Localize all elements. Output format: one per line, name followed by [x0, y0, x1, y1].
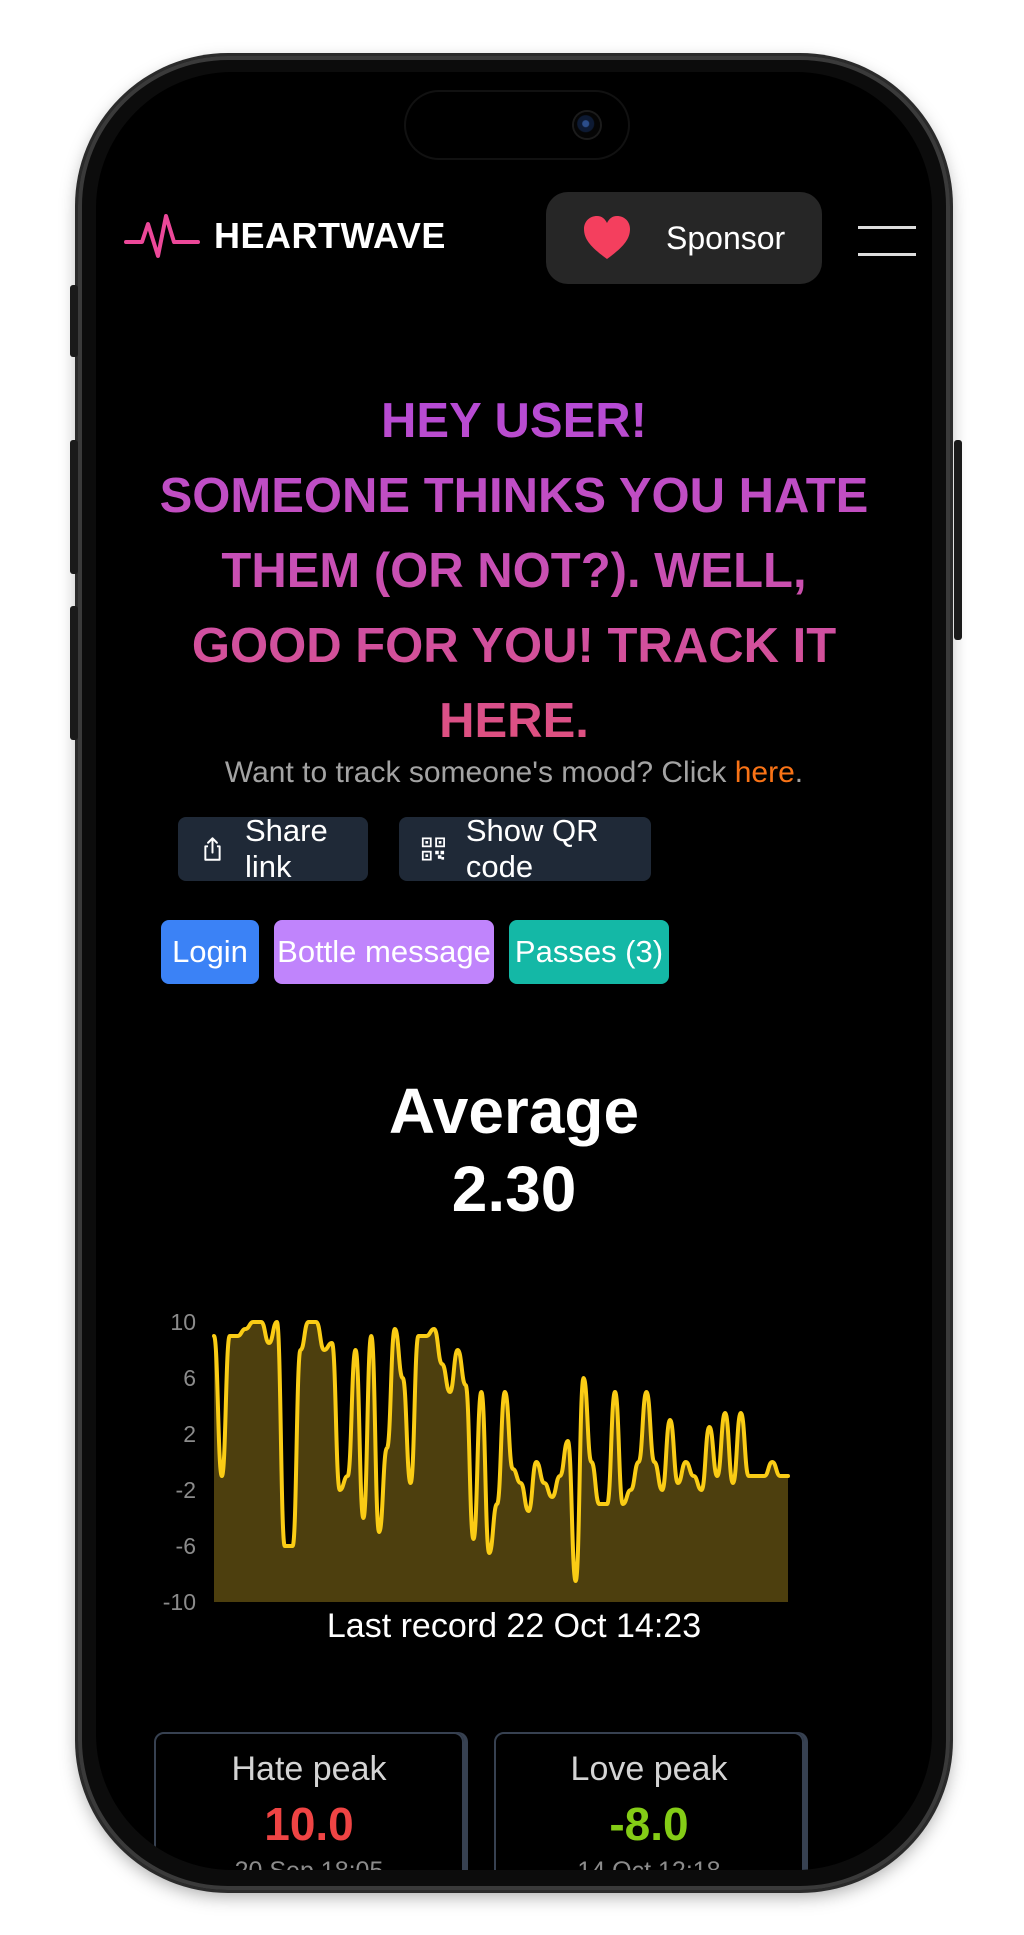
- dynamic-island: [406, 92, 628, 158]
- average-value: 2.30: [451, 1153, 577, 1225]
- headline-line: SOMEONE THINKS YOU HATE: [159, 469, 869, 523]
- track-prompt-text: Want to track someone's mood? Click: [224, 756, 735, 789]
- passes-label: Passes (3): [514, 934, 664, 969]
- y-tick-label: 6: [183, 1365, 196, 1391]
- love-peak-label: Love peak: [570, 1750, 728, 1788]
- qr-code-icon: [421, 837, 445, 861]
- track-prompt: Want to track someone's mood? Click here…: [96, 756, 932, 790]
- heartbeat-icon: [124, 214, 200, 258]
- last-record: Last record 22 Oct 14:23: [326, 1607, 702, 1645]
- y-tick-label: 2: [183, 1421, 196, 1447]
- hate-peak-card: Hate peak 10.0 20 Sep 18:05: [154, 1732, 464, 1870]
- heart-icon: [584, 216, 630, 259]
- show-qr-button[interactable]: Show QR code: [399, 813, 651, 884]
- hate-peak-label: Hate peak: [231, 1750, 387, 1788]
- action-button: [70, 285, 78, 357]
- headline-line: THEM (OR NOT?). WELL,: [221, 544, 807, 598]
- show-qr-label: Show QR code: [465, 813, 599, 884]
- sponsor-label: Sponsor: [666, 219, 786, 256]
- hamburger-menu-icon[interactable]: [858, 226, 916, 258]
- sponsor-button[interactable]: Sponsor: [546, 192, 822, 284]
- headline-line: GOOD FOR YOU! TRACK IT: [191, 619, 837, 673]
- share-link-button[interactable]: Share link: [178, 813, 368, 884]
- y-tick-label: 10: [170, 1309, 196, 1335]
- track-here-link[interactable]: here: [735, 756, 795, 789]
- love-peak-date: 14 Oct 12:18: [496, 1857, 802, 1870]
- share-icon: [204, 837, 221, 861]
- logo[interactable]: HEARTWAVE: [124, 212, 446, 260]
- power-button: [954, 440, 962, 640]
- passes-button[interactable]: Passes (3): [509, 920, 669, 984]
- share-link-label: Share link: [244, 813, 328, 884]
- y-tick-label: -2: [176, 1477, 196, 1503]
- volume-down-button: [70, 606, 78, 740]
- headline: HEY USER! SOMEONE THINKS YOU HATE THEM (…: [96, 384, 932, 759]
- average-title: Average: [388, 1075, 640, 1147]
- app-name: HEARTWAVE: [214, 215, 446, 256]
- headline-line: HEY USER!: [381, 394, 647, 448]
- login-button[interactable]: Login: [161, 920, 259, 984]
- hate-peak-date: 20 Sep 18:05: [156, 1857, 462, 1870]
- love-peak-card: Love peak -8.0 14 Oct 12:18: [494, 1732, 804, 1870]
- hate-peak-value: 10.0: [264, 1798, 354, 1850]
- bottle-message-label: Bottle message: [277, 934, 491, 969]
- front-camera: [574, 112, 600, 138]
- love-peak-value: -8.0: [609, 1798, 689, 1850]
- track-prompt-suffix: .: [794, 756, 804, 789]
- phone-screen: HEARTWAVE Sponsor HEY USER! SOMEONE THIN…: [96, 72, 932, 1870]
- headline-line: HERE.: [439, 694, 589, 748]
- y-tick-label: -6: [176, 1533, 196, 1559]
- bottle-message-button[interactable]: Bottle message: [274, 920, 494, 984]
- volume-up-button: [70, 440, 78, 574]
- login-label: Login: [172, 934, 248, 969]
- y-axis: 1062-2-6-10: [163, 1309, 196, 1615]
